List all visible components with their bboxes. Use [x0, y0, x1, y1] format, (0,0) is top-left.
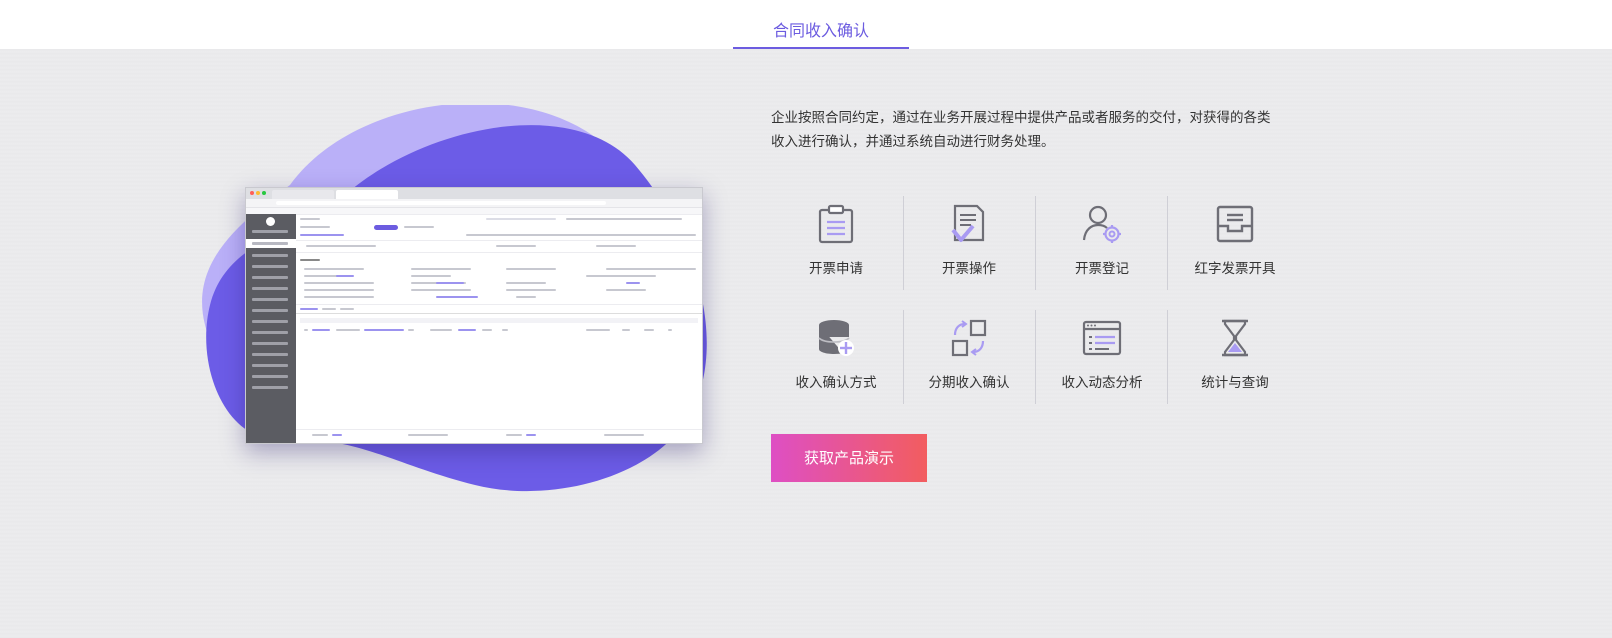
app-sidebar — [246, 214, 296, 443]
database-plus-icon — [818, 320, 854, 356]
app-screenshot — [245, 187, 703, 444]
inbox-tray-icon — [1216, 205, 1254, 243]
shapes-transfer-icon — [951, 319, 987, 357]
document-check-icon — [951, 204, 985, 242]
feature-revenue-method[interactable]: 收入确认方式 — [769, 310, 903, 404]
user-gear-icon — [1082, 205, 1121, 243]
hourglass-icon — [1222, 319, 1248, 357]
description-line-2: 收入进行确认，并通过系统自动进行财务处理。 — [771, 134, 1055, 150]
feature-invoice-operate[interactable]: 开票操作 — [902, 196, 1036, 290]
feature-label: 收入确认方式 — [795, 375, 877, 391]
tab-contract-revenue[interactable]: 合同收入确认 — [733, 0, 909, 49]
feature-red-invoice[interactable]: 红字发票开具 — [1168, 196, 1302, 290]
feature-label: 收入动态分析 — [1061, 375, 1143, 391]
feature-installment-revenue[interactable]: 分期收入确认 — [902, 310, 1036, 404]
feature-label: 统计与查询 — [1201, 375, 1269, 391]
feature-revenue-analysis[interactable]: 收入动态分析 — [1035, 310, 1169, 404]
feature-label: 开票申请 — [809, 261, 863, 277]
feature-label: 开票操作 — [942, 261, 996, 277]
feature-label: 开票登记 — [1075, 261, 1129, 277]
top-tab-bar: 合同收入确认 — [0, 0, 1612, 49]
description-line-1: 企业按照合同约定，通过在业务开展过程中提供产品或者服务的交付，对获得的各类 — [771, 110, 1271, 126]
feature-invoice-apply[interactable]: 开票申请 — [769, 196, 903, 290]
browser-tab-strip — [246, 188, 702, 199]
get-demo-button[interactable]: 获取产品演示 — [771, 434, 927, 482]
browser-address-bar — [246, 199, 702, 208]
browser-window-icon — [1082, 320, 1122, 356]
feature-label: 分期收入确认 — [928, 375, 1010, 391]
app-content-area — [296, 214, 702, 443]
feature-invoice-register[interactable]: 开票登记 — [1035, 196, 1169, 290]
feature-label: 红字发票开具 — [1194, 261, 1276, 277]
section-description: 企业按照合同约定，通过在业务开展过程中提供产品或者服务的交付，对获得的各类 收入… — [771, 106, 1311, 154]
feature-statistics-query[interactable]: 统计与查询 — [1168, 310, 1302, 404]
clipboard-icon — [818, 204, 854, 244]
